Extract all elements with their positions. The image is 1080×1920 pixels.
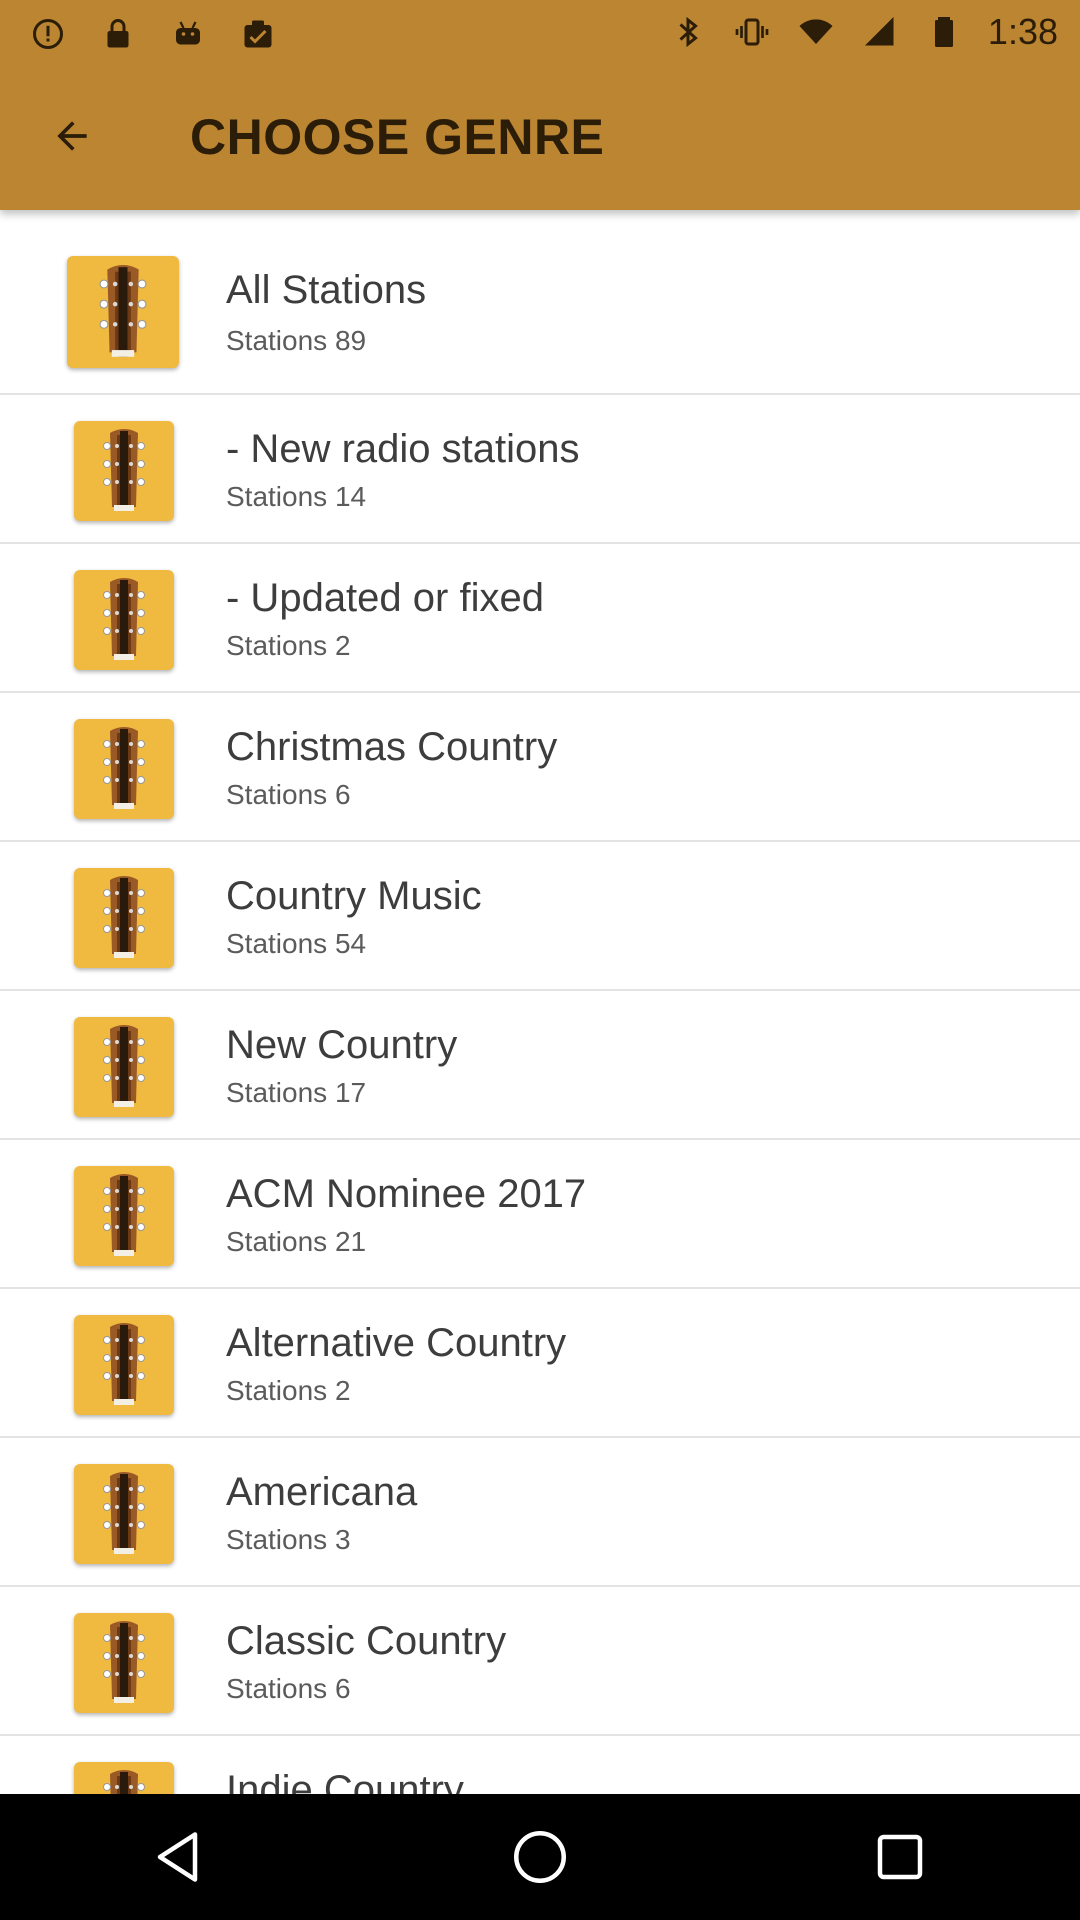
genre-name: Country Music (226, 874, 482, 918)
nav-recents-button[interactable] (840, 1807, 960, 1907)
genre-row[interactable]: - New radio stations Stations 14 (0, 395, 1080, 544)
genre-station-count: Stations 21 (226, 1226, 367, 1257)
genre-row[interactable]: - Updated or fixed Stations 2 (0, 544, 1080, 693)
genre-name: - Updated or fixed (226, 576, 544, 620)
app-bar: 1:38 CHOOSE GENRE (0, 0, 1080, 210)
genre-name: Classic Country (226, 1619, 507, 1663)
guitar-headstock-icon (67, 256, 179, 368)
battery-icon (924, 12, 964, 52)
lock-icon (98, 14, 138, 54)
genre-row[interactable]: Alternative Country Stations 2 (0, 1289, 1080, 1438)
genre-station-count: Stations 2 (226, 630, 351, 661)
alert-icon (28, 14, 68, 54)
back-button[interactable] (40, 104, 104, 168)
home-circle-icon (514, 1831, 566, 1883)
genre-row[interactable]: ACM Nominee 2017 Stations 21 (0, 1140, 1080, 1289)
page-title: CHOOSE GENRE (190, 109, 605, 165)
genre-station-count: Stations 54 (226, 928, 367, 959)
genre-row[interactable]: Indie Country (0, 1736, 1080, 1794)
genre-station-count: Stations 2 (226, 1375, 351, 1406)
clipboard-check-icon (238, 14, 278, 54)
genre-name: Christmas Country (226, 725, 558, 769)
genre-row[interactable]: Christmas Country Stations 6 (0, 693, 1080, 842)
arrow-back-icon (57, 121, 87, 151)
wifi-icon (796, 12, 836, 52)
genre-row-all-stations[interactable]: All Stations Stations 89 (0, 210, 1080, 395)
android-icon (168, 14, 208, 54)
signal-icon (860, 12, 900, 52)
genre-name: All Stations (226, 268, 427, 312)
genre-station-count: Stations 3 (226, 1524, 351, 1555)
genre-station-count: Stations 6 (226, 779, 351, 810)
navigation-bar (0, 1794, 1080, 1920)
status-bar: 1:38 (0, 0, 1080, 64)
guitar-headstock-icon (74, 1017, 174, 1117)
guitar-headstock-icon (74, 1613, 174, 1713)
genre-row[interactable]: New Country Stations 17 (0, 991, 1080, 1140)
genre-row[interactable]: Classic Country Stations 6 (0, 1587, 1080, 1736)
genre-station-count: Stations 89 (226, 325, 367, 356)
genre-name: New Country (226, 1023, 458, 1067)
bluetooth-icon (668, 12, 708, 52)
genre-name: ACM Nominee 2017 (226, 1172, 587, 1216)
guitar-headstock-icon (74, 570, 174, 670)
guitar-headstock-icon (74, 1315, 174, 1415)
genre-station-count: Stations 14 (226, 481, 367, 512)
genre-row[interactable]: Country Music Stations 54 (0, 842, 1080, 991)
nav-home-button[interactable] (480, 1807, 600, 1907)
status-time: 1:38 (987, 11, 1058, 52)
guitar-headstock-icon (74, 1762, 174, 1794)
nav-back-button[interactable] (120, 1807, 240, 1907)
guitar-headstock-icon (74, 1464, 174, 1564)
genre-station-count: Stations 17 (226, 1077, 367, 1108)
guitar-headstock-icon (74, 719, 174, 819)
guitar-headstock-icon (74, 421, 174, 521)
genre-name: Alternative Country (226, 1321, 567, 1365)
genre-name: - New radio stations (226, 427, 580, 471)
genre-name: Indie Country (226, 1768, 464, 1794)
guitar-headstock-icon (74, 1166, 174, 1266)
genre-station-count: Stations 6 (226, 1673, 351, 1704)
guitar-headstock-icon (74, 868, 174, 968)
back-triangle-icon (157, 1832, 198, 1882)
genre-row[interactable]: Americana Stations 3 (0, 1438, 1080, 1587)
genre-name: Americana (226, 1470, 418, 1514)
vibrate-icon (732, 12, 772, 52)
recents-square-icon (877, 1834, 923, 1880)
genre-list[interactable]: All Stations Stations 89 - New radio sta… (0, 210, 1080, 1794)
